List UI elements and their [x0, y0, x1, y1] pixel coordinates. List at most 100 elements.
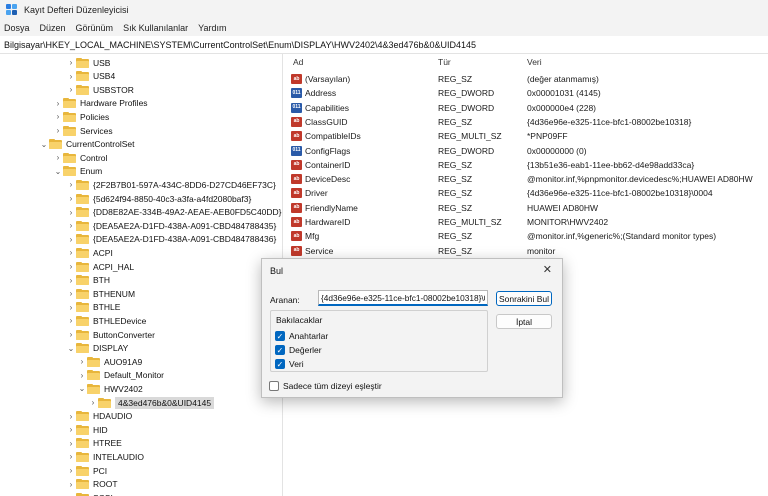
- tree-item[interactable]: › Policies: [53, 110, 109, 123]
- tree-item[interactable]: › PCI: [66, 464, 107, 477]
- chevron-right-icon[interactable]: ›: [66, 246, 76, 259]
- tree-item[interactable]: › Default_Monitor: [77, 369, 164, 382]
- tree-item[interactable]: › ROOT: [66, 478, 118, 491]
- chevron-right-icon[interactable]: ›: [66, 301, 76, 314]
- value-row[interactable]: 011 ConfigFlags REG_DWORD 0x00000000 (0): [284, 144, 768, 158]
- chevron-right-icon[interactable]: ›: [66, 287, 76, 300]
- chevron-right-icon[interactable]: ›: [66, 464, 76, 477]
- chevron-right-icon[interactable]: ›: [66, 219, 76, 232]
- match-whole-checkbox[interactable]: [269, 381, 279, 391]
- column-name-header[interactable]: Ad: [293, 57, 303, 67]
- chevron-right-icon[interactable]: ›: [66, 450, 76, 463]
- chevron-right-icon[interactable]: ›: [77, 355, 87, 368]
- data-checkbox-row[interactable]: ✓ Veri: [275, 358, 304, 370]
- close-icon[interactable]: ✕: [543, 263, 552, 276]
- tree-item[interactable]: › Services: [53, 124, 113, 137]
- tree-item[interactable]: ⌄ CurrentControlSet: [39, 138, 135, 151]
- value-row[interactable]: ab FriendlyName REG_SZ HUAWEI AD80HW: [284, 201, 768, 215]
- chevron-right-icon[interactable]: ›: [66, 410, 76, 423]
- keys-checkbox[interactable]: ✓: [275, 331, 285, 341]
- tree-item[interactable]: › INTELAUDIO: [66, 450, 144, 463]
- tree-item[interactable]: › HTREE: [66, 437, 122, 450]
- tree-item[interactable]: › ACPI_HAL: [66, 260, 134, 273]
- tree-item[interactable]: › {DEA5AE2A-D1FD-438A-A091-CBD484788436}: [66, 233, 276, 246]
- chevron-right-icon[interactable]: ›: [66, 56, 76, 69]
- value-row[interactable]: ab ClassGUID REG_SZ {4d36e96e-e325-11ce-bfc…: [284, 115, 768, 129]
- value-row[interactable]: ab CompatibleIDs REG_MULTI_SZ *PNP09FF: [284, 129, 768, 143]
- chevron-right-icon[interactable]: ›: [66, 478, 76, 491]
- values-checkbox-row[interactable]: ✓ Değerler: [275, 344, 322, 356]
- chevron-right-icon[interactable]: ›: [53, 110, 63, 123]
- tree-item[interactable]: › ACPI: [66, 246, 113, 259]
- chevron-down-icon[interactable]: ⌄: [53, 165, 63, 178]
- menu-view[interactable]: Görünüm: [76, 23, 114, 33]
- tree-item[interactable]: › BTHLE: [66, 301, 120, 314]
- tree-item[interactable]: › ButtonConverter: [66, 328, 155, 341]
- tree-item[interactable]: › 4&3ed476b&0&UID4145: [88, 396, 215, 409]
- tree-item[interactable]: › BTHLEDevice: [66, 314, 146, 327]
- value-row[interactable]: 011 Address REG_DWORD 0x00001031 (4145): [284, 86, 768, 100]
- chevron-right-icon[interactable]: ›: [53, 97, 63, 110]
- chevron-right-icon[interactable]: ›: [88, 396, 98, 409]
- chevron-right-icon[interactable]: ›: [66, 206, 76, 219]
- menu-edit[interactable]: Düzen: [40, 23, 66, 33]
- value-row[interactable]: 011 Capabilities REG_DWORD 0x000000e4 (228): [284, 101, 768, 115]
- tree-item[interactable]: › {DD8E82AE-334B-49A2-AEAE-AEB0FD5C40DD}: [66, 206, 282, 219]
- find-next-button[interactable]: Sonrakini Bul: [496, 291, 552, 306]
- value-row[interactable]: ab Driver REG_SZ {4d36e96e-e325-11ce-bfc1-0…: [284, 186, 768, 200]
- chevron-right-icon[interactable]: ›: [66, 233, 76, 246]
- keys-checkbox-row[interactable]: ✓ Anahtarlar: [275, 330, 328, 342]
- chevron-right-icon[interactable]: ›: [66, 491, 76, 496]
- tree-item[interactable]: ›SCSI: [66, 491, 113, 496]
- chevron-right-icon[interactable]: ›: [66, 178, 76, 191]
- chevron-right-icon[interactable]: ›: [77, 369, 87, 382]
- chevron-right-icon[interactable]: ›: [53, 151, 63, 164]
- chevron-right-icon[interactable]: ›: [66, 274, 76, 287]
- menu-help[interactable]: Yardım: [198, 23, 226, 33]
- tree-item[interactable]: › Control: [53, 151, 107, 164]
- value-row[interactable]: ab (Varsayılan) REG_SZ (değer atanmamış): [284, 72, 768, 86]
- match-whole-row[interactable]: Sadece tüm dizeyi eşleştir: [269, 380, 382, 392]
- tree-item[interactable]: ⌄ DISPLAY: [66, 342, 128, 355]
- chevron-right-icon[interactable]: ›: [66, 70, 76, 83]
- chevron-right-icon[interactable]: ›: [53, 124, 63, 137]
- chevron-right-icon[interactable]: ›: [66, 423, 76, 436]
- value-row[interactable]: ab ContainerID REG_SZ {13b51e36-eab1-11ee-b…: [284, 158, 768, 172]
- values-checkbox[interactable]: ✓: [275, 345, 285, 355]
- value-row[interactable]: ab DeviceDesc REG_SZ @monitor.inf,%pnpmonit…: [284, 172, 768, 186]
- chevron-right-icon[interactable]: ›: [66, 437, 76, 450]
- chevron-down-icon[interactable]: ⌄: [39, 138, 49, 151]
- value-row[interactable]: ab Service REG_SZ monitor: [284, 244, 768, 258]
- column-type-header[interactable]: Tür: [438, 57, 451, 67]
- column-data-header[interactable]: Veri: [527, 57, 542, 67]
- search-input[interactable]: [318, 290, 488, 306]
- chevron-down-icon[interactable]: ⌄: [66, 342, 76, 355]
- tree-item[interactable]: › {2F2B7B01-597A-434C-8DD6-D27CD46EF73C}: [66, 178, 276, 191]
- menu-file[interactable]: Dosya: [4, 23, 30, 33]
- tree-item[interactable]: › Hardware Profiles: [53, 97, 148, 110]
- tree-item[interactable]: › USBSTOR: [66, 83, 134, 96]
- cancel-button[interactable]: İptal: [496, 314, 552, 329]
- tree-item[interactable]: › HDAUDIO: [66, 410, 132, 423]
- chevron-right-icon[interactable]: ›: [66, 328, 76, 341]
- tree-item[interactable]: › USB: [66, 56, 110, 69]
- tree-item[interactable]: › {5d624f94-8850-40c3-a3fa-a4fd2080baf3}: [66, 192, 251, 205]
- chevron-down-icon[interactable]: ⌄: [77, 382, 87, 395]
- value-row[interactable]: ab Mfg REG_SZ @monitor.inf,%generic%;(Stand…: [284, 229, 768, 243]
- chevron-right-icon[interactable]: ›: [66, 314, 76, 327]
- address-bar[interactable]: Bilgisayar\HKEY_LOCAL_MACHINE\SYSTEM\Cur…: [0, 37, 768, 54]
- value-row[interactable]: ab HardwareID REG_MULTI_SZ MONITOR\HWV2402: [284, 215, 768, 229]
- tree-item[interactable]: › AUO91A9: [77, 355, 142, 368]
- tree-item[interactable]: › {DEA5AE2A-D1FD-438A-A091-CBD484788435}: [66, 219, 276, 232]
- chevron-right-icon[interactable]: ›: [66, 260, 76, 273]
- tree-item[interactable]: › BTHENUM: [66, 287, 135, 300]
- chevron-right-icon[interactable]: ›: [66, 192, 76, 205]
- tree-item[interactable]: › HID: [66, 423, 108, 436]
- data-checkbox[interactable]: ✓: [275, 359, 285, 369]
- tree-item[interactable]: ⌄ Enum: [53, 165, 102, 178]
- tree-item[interactable]: › BTH: [66, 274, 110, 287]
- tree-item[interactable]: › USB4: [66, 70, 115, 83]
- tree-item[interactable]: ⌄ HWV2402: [77, 382, 143, 395]
- menu-favorites[interactable]: Sık Kullanılanlar: [123, 23, 188, 33]
- chevron-right-icon[interactable]: ›: [66, 83, 76, 96]
